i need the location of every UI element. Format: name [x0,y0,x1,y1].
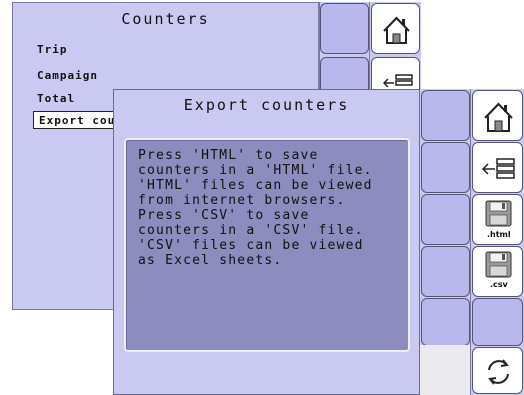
back-button[interactable] [472,142,523,193]
bg-home-button[interactable] [371,3,420,54]
menu-item-trip[interactable]: Trip [37,43,68,56]
blank-button-4[interactable] [421,246,470,297]
menu-item-campaign[interactable]: Campaign [37,69,98,82]
html-label: .html [487,230,511,239]
blank-button-1[interactable] [421,90,470,141]
bottom-strip [420,345,470,395]
export-csv-button[interactable]: .csv [472,246,523,297]
message-box: Press 'HTML' to save counters in a 'HTML… [124,138,410,352]
dialog-title: Export counters [183,96,350,114]
export-html-button[interactable]: .html [472,194,523,245]
bg-blank-button-1[interactable] [320,3,369,54]
menu-item-total[interactable]: Total [37,92,75,105]
home-button[interactable] [472,90,523,141]
counters-title: Counters [121,10,210,28]
refresh-button[interactable] [472,347,523,394]
csv-label: .csv [490,280,508,289]
export-counters-dialog: Export counters Press 'HTML' to save cou… [113,89,420,395]
blank-button-5[interactable] [421,298,470,346]
blank-button-2[interactable] [421,142,470,193]
blank-button-3[interactable] [421,194,470,245]
message-text: Press 'HTML' to save counters in a 'HTML… [138,148,373,268]
blank-button-6[interactable] [472,298,523,346]
